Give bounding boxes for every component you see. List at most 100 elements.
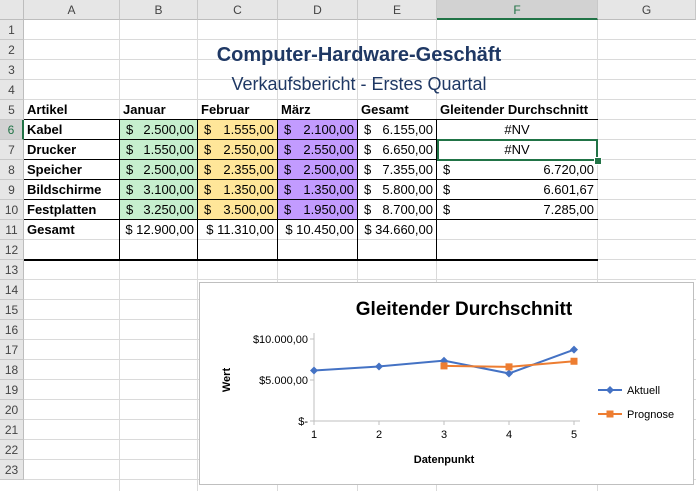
cell-f9[interactable]: $6.601,67 (437, 180, 597, 199)
column-header-a[interactable]: A (24, 0, 120, 20)
cell-a10[interactable]: Festplatten (24, 200, 119, 219)
currency-symbol: $ (204, 162, 212, 177)
column-header-g[interactable]: G (598, 0, 696, 20)
cell-value: 3.100,00 (143, 182, 194, 197)
header-c[interactable]: Februar (198, 100, 277, 119)
legend-marker (606, 386, 614, 394)
cell-b6[interactable]: $2.500,00 (120, 120, 197, 139)
header-d[interactable]: März (278, 100, 357, 119)
cell-b7[interactable]: $1.550,00 (120, 140, 197, 159)
cell-c8[interactable]: $2.355,00 (198, 160, 277, 179)
cell-c7[interactable]: $2.550,00 (198, 140, 277, 159)
cell-b10[interactable]: $3.250,00 (120, 200, 197, 219)
row-header-13[interactable]: 13 (0, 260, 24, 280)
row-header-8[interactable]: 8 (0, 160, 24, 180)
cell-a11[interactable]: Gesamt (24, 220, 119, 239)
cell-d6[interactable]: $2.100,00 (278, 120, 357, 139)
column-header-d[interactable]: D (278, 0, 358, 20)
row-header-1[interactable]: 1 (0, 20, 24, 40)
header-a[interactable]: Artikel (24, 100, 119, 119)
table-border (119, 119, 120, 260)
active-cell-f6[interactable] (437, 139, 598, 161)
currency-symbol: $ (364, 182, 372, 197)
cell-a9[interactable]: Bildschirme (24, 180, 119, 199)
legend-label-aktuell: Aktuell (627, 385, 660, 397)
table-border (24, 119, 598, 120)
currency-symbol: $ (126, 122, 134, 137)
table-border (357, 119, 358, 260)
row-header-18[interactable]: 18 (0, 360, 24, 380)
cell-e8[interactable]: $7.355,00 (358, 160, 436, 179)
cell-e9[interactable]: $5.800,00 (358, 180, 436, 199)
table-border (24, 259, 598, 261)
row-header-9[interactable]: 9 (0, 180, 24, 200)
row-header-7[interactable]: 7 (0, 140, 24, 160)
cell-a7[interactable]: Drucker (24, 140, 119, 159)
cell-b9[interactable]: $3.100,00 (120, 180, 197, 199)
gridline-h (24, 39, 696, 40)
row-header-21[interactable]: 21 (0, 420, 24, 440)
cell-c10[interactable]: $3.500,00 (198, 200, 277, 219)
row-header-4[interactable]: 4 (0, 80, 24, 100)
fill-handle[interactable] (594, 157, 602, 165)
row-header-17[interactable]: 17 (0, 340, 24, 360)
x-tick-label: 1 (311, 429, 317, 441)
currency-symbol: $ (284, 182, 292, 197)
cell-d11[interactable]: $ 10.450,00 (278, 220, 357, 239)
cell-e11[interactable]: $ 34.660,00 (358, 220, 436, 239)
cell-a6[interactable]: Kabel (24, 120, 119, 139)
row-header-15[interactable]: 15 (0, 300, 24, 320)
cell-value: 2.355,00 (223, 162, 274, 177)
row-header-14[interactable]: 14 (0, 280, 24, 300)
row-header-2[interactable]: 2 (0, 40, 24, 60)
column-header-e[interactable]: E (358, 0, 437, 20)
row-header-6[interactable]: 6 (0, 120, 24, 140)
row-header-12[interactable]: 12 (0, 240, 24, 260)
cell-value: 1.555,00 (223, 122, 274, 137)
column-header-f[interactable]: F (437, 0, 598, 20)
cell-d10[interactable]: $1.950,00 (278, 200, 357, 219)
cell-d8[interactable]: $2.500,00 (278, 160, 357, 179)
row-header-23[interactable]: 23 (0, 460, 24, 480)
cell-d9[interactable]: $1.350,00 (278, 180, 357, 199)
column-header-c[interactable]: C (198, 0, 278, 20)
cell-e7[interactable]: $6.650,00 (358, 140, 436, 159)
row-header-16[interactable]: 16 (0, 320, 24, 340)
header-f[interactable]: Gleitender Durchschnitt (437, 100, 597, 119)
cell-b11[interactable]: $ 12.900,00 (120, 220, 197, 239)
table-border (24, 199, 598, 200)
cell-f10[interactable]: $7.285,00 (437, 200, 597, 219)
row-header-11[interactable]: 11 (0, 220, 24, 240)
row-header-10[interactable]: 10 (0, 200, 24, 220)
cell-c6[interactable]: $1.555,00 (198, 120, 277, 139)
currency-symbol: $ (126, 182, 134, 197)
row-header-19[interactable]: 19 (0, 380, 24, 400)
data-point-aktuell (570, 345, 578, 354)
cell-c9[interactable]: $1.350,00 (198, 180, 277, 199)
cell-b8[interactable]: $2.500,00 (120, 160, 197, 179)
row-header-20[interactable]: 20 (0, 400, 24, 420)
column-header-b[interactable]: B (120, 0, 198, 20)
moving-average-chart[interactable]: Gleitender Durchschnitt $- $5.000,00 $10.00… (199, 282, 694, 485)
currency-symbol: $ (126, 202, 134, 217)
header-b[interactable]: Januar (120, 100, 197, 119)
x-tick-label: 2 (376, 429, 382, 441)
currency-symbol: $ (204, 122, 212, 137)
cell-f6[interactable]: #NV (437, 120, 597, 139)
spreadsheet: ABCDEFG 1 2 3 4 5 6 7 8 9 10 11 12 13 14 15 16 17 18 19 20 2… (0, 0, 696, 491)
cell-f8[interactable]: $6.720,00 (437, 160, 597, 179)
row-header-22[interactable]: 22 (0, 440, 24, 460)
cell-d7[interactable]: $2.550,00 (278, 140, 357, 159)
cell-e10[interactable]: $8.700,00 (358, 200, 436, 219)
cell-c11[interactable]: $ 11.310,00 (198, 220, 277, 239)
header-e[interactable]: Gesamt (358, 100, 436, 119)
cell-a8[interactable]: Speicher (24, 160, 119, 179)
data-point-prognose (505, 363, 513, 371)
cell-e6[interactable]: $6.155,00 (358, 120, 436, 139)
row-header-3[interactable]: 3 (0, 60, 24, 80)
currency-symbol: $ (443, 202, 451, 217)
data-point-prognose (440, 362, 448, 370)
select-all-corner[interactable] (0, 0, 24, 20)
row-header-5[interactable]: 5 (0, 100, 24, 120)
cell-value: 1.350,00 (303, 182, 354, 197)
